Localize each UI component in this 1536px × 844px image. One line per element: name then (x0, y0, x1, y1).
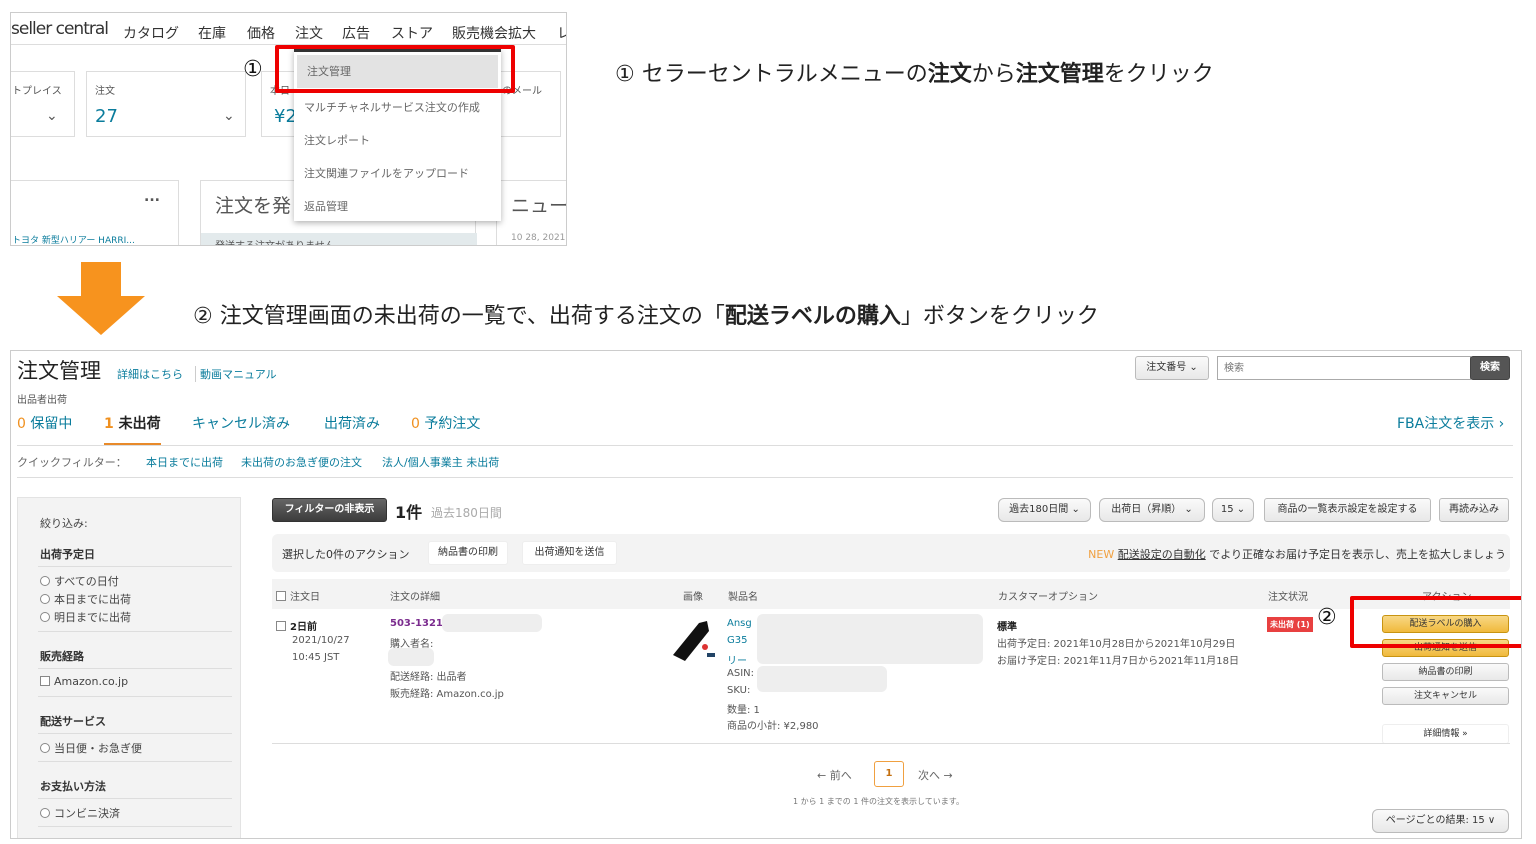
quick-filter-today[interactable]: 本日までに出荷 (146, 454, 223, 470)
quick-filter-label: クイックフィルター： (17, 456, 127, 469)
menu-item-mcf-order[interactable]: マルチチャネルサービス注文の作成 (294, 91, 501, 124)
tab-pending[interactable]: 0 保留中 (17, 413, 72, 433)
list-settings-button[interactable]: 商品の一覧表示設定を設定する (1264, 498, 1431, 522)
nav-growth[interactable]: 販売機会拡大 (452, 23, 536, 43)
filter-sidebar: 絞り込み: 出荷予定日 すべての日付 本日までに出荷 明日までに出荷 販売経路 … (17, 497, 241, 838)
nav-pricing[interactable]: 価格 (247, 23, 275, 43)
search-button[interactable]: 検索 (1470, 356, 1510, 380)
next-page-link[interactable]: 次へ → (918, 767, 953, 783)
video-manual-link[interactable]: 動画マニュアル (195, 366, 277, 382)
select-all-checkbox[interactable]: 注文日 (276, 588, 320, 603)
step2-marker: ② (1317, 605, 1337, 630)
tab-preorder[interactable]: 0 予約注文 (411, 413, 480, 433)
filter-ship-tomorrow[interactable]: 明日までに出荷 (40, 609, 131, 625)
step2-screenshot: 注文管理 詳細はこちら 動画マニュアル 注文番号 ⌄ 検索 出品者出荷 0 保留… (10, 350, 1522, 839)
menu-item-upload-file[interactable]: 注文関連ファイルをアップロード (294, 157, 501, 190)
fba-orders-link[interactable]: FBA注文を表示 › (1397, 413, 1504, 433)
page-title: 注文管理 (17, 359, 101, 383)
pagination-summary: 1 から 1 までの 1 件の注文を表示しています。 (793, 797, 964, 806)
orders-card[interactable]: 注文 27 ⌄ (86, 71, 246, 137)
bulk-action-bar: 選択した0件のアクション 納品書の印刷 出荷通知を送信 NEW 配送設定の自動化… (272, 534, 1510, 572)
filter-ship-today[interactable]: 本日までに出荷 (40, 591, 131, 607)
filter-all-dates[interactable]: すべての日付 (40, 573, 119, 589)
menu-item-returns[interactable]: 返品管理 (294, 190, 501, 223)
current-page[interactable]: 1 (874, 761, 904, 787)
result-count: 1件 (395, 503, 423, 522)
marketplace-card[interactable]: トプレイス ⌄ (11, 71, 75, 137)
nav-orders[interactable]: 注文 (295, 23, 323, 43)
step1-screenshot: seller central カタログ 在庫 価格 注文 広告 ストア 販売機会… (10, 12, 567, 246)
details-button[interactable]: 詳細情報 » (1382, 724, 1509, 744)
order-checkbox[interactable]: 2日前 (276, 618, 317, 633)
nav-inventory[interactable]: 在庫 (198, 23, 226, 43)
status-badge: 未出荷 (1) (1267, 617, 1313, 632)
chevron-down-icon: ⌄ (223, 108, 235, 124)
filter-amazon-jp[interactable]: Amazon.co.jp (40, 675, 128, 688)
prev-page-link[interactable]: ← 前へ (817, 767, 852, 783)
highlight-box (1350, 596, 1521, 648)
order-id-link[interactable]: 503-1321 (390, 618, 443, 629)
menu-item-order-report[interactable]: 注文レポート (294, 124, 501, 157)
per-page-select[interactable]: 15 ⌄ (1212, 498, 1254, 522)
step1-marker: ① (243, 57, 263, 82)
logo: seller central (11, 19, 109, 39)
print-invoice-button[interactable]: 納品書の印刷 (428, 541, 508, 565)
send-notification-button[interactable]: 出荷通知を送信 (522, 541, 617, 565)
step1-caption: ① セラーセントラルメニューの注文から注文管理をクリック (615, 62, 1214, 87)
down-arrow-icon (57, 262, 145, 335)
hide-filter-button[interactable]: フィルターの非表示 (272, 498, 387, 522)
tab-shipped[interactable]: 出荷済み (324, 413, 380, 433)
quick-filter-express[interactable]: 未出荷のお急ぎ便の注文 (241, 454, 362, 470)
product-image (673, 621, 715, 661)
nav-store[interactable]: ストア (391, 23, 433, 43)
step2-caption: ② 注文管理画面の未出荷の一覧で、出荷する注文の「配送ラベルの購入」ボタンをクリ… (193, 304, 1099, 329)
subtitle: 出品者出荷 (17, 395, 67, 406)
filter-express[interactable]: 当日便・お急ぎ便 (40, 740, 142, 756)
search-input[interactable] (1217, 356, 1471, 380)
range-select[interactable]: 過去180日間 ⌄ (998, 498, 1091, 522)
highlight-box (275, 45, 515, 93)
tab-unshipped[interactable]: 1 未出荷 (104, 413, 161, 445)
help-link[interactable]: 詳細はこちら (117, 366, 183, 382)
auto-shipping-link[interactable]: 配送設定の自動化 (1118, 548, 1206, 561)
chevron-down-icon: ⌄ (46, 108, 58, 124)
quick-filter-business[interactable]: 法人/個人事業主 未出荷 (382, 454, 499, 470)
tab-cancelled[interactable]: キャンセル済み (192, 413, 290, 433)
nav-catalog[interactable]: カタログ (123, 23, 179, 43)
widget-card-3: ニュー 10 28, 2021 (496, 180, 566, 245)
cancel-order-button[interactable]: 注文キャンセル (1382, 687, 1509, 705)
print-packing-slip-button[interactable]: 納品書の印刷 (1382, 663, 1509, 681)
sort-select[interactable]: 出荷日（昇順） ⌄ (1099, 498, 1205, 522)
widget-card-1: ... トヨタ 新型ハリアー HARRI... (11, 180, 179, 245)
top-nav: seller central カタログ 在庫 価格 注文 広告 ストア 販売機会… (11, 13, 566, 45)
reload-button[interactable]: 再読み込み (1439, 498, 1509, 522)
product-link[interactable]: Ansg (727, 618, 752, 629)
nav-more[interactable]: レ (557, 23, 566, 43)
search-type-select[interactable]: 注文番号 ⌄ (1135, 356, 1209, 380)
filter-konbini[interactable]: コンビニ決済 (40, 805, 120, 821)
result-period: 過去180日間 (431, 506, 502, 520)
results-per-page-select[interactable]: ページごとの結果: 15 ∨ (1372, 809, 1509, 833)
nav-ads[interactable]: 広告 (342, 23, 370, 43)
